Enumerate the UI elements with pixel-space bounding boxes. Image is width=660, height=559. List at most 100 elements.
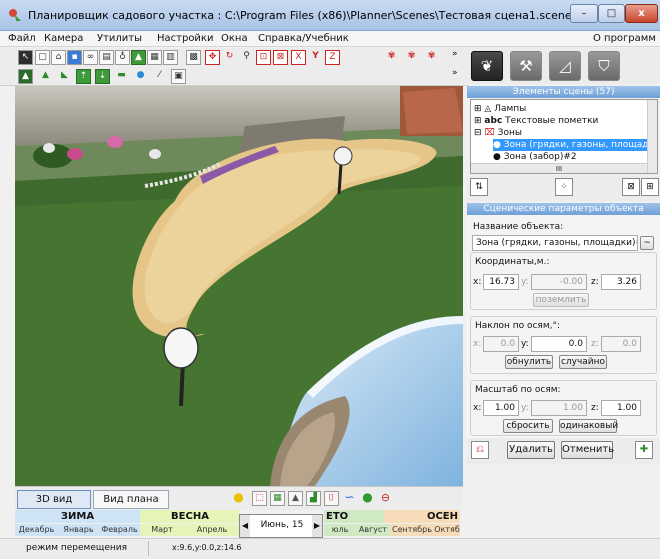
tab-plan-view[interactable]: Вид плана [93, 490, 169, 509]
season-winter[interactable]: ЗИМА [15, 510, 140, 523]
undo-icon[interactable]: ⎌ [471, 441, 489, 459]
butterfly-icon[interactable]: ✾ [384, 50, 399, 65]
zoom-fit-icon[interactable]: ⊡ [256, 50, 271, 65]
axis-x-button[interactable]: X [291, 50, 306, 65]
hill-icon[interactable]: ▲ [38, 69, 53, 84]
coord-x-field[interactable]: 16.73 [483, 274, 519, 290]
move-icon[interactable]: ✥ [205, 50, 220, 65]
chart-icon[interactable]: ▟ [306, 491, 321, 506]
menu-utilities[interactable]: Утилиты [97, 32, 142, 46]
random-tilt-button[interactable]: случайно [559, 355, 607, 369]
grid-icon[interactable]: ▩ [186, 50, 201, 65]
maximize-button[interactable]: □ [598, 4, 625, 23]
butterfly-add-icon[interactable]: ✾ [404, 50, 419, 65]
plant-icon[interactable]: ● [360, 491, 375, 506]
scale-x-field[interactable]: 1.00 [483, 400, 519, 416]
scale-reset-button[interactable]: сбросить [503, 419, 553, 433]
raise-icon[interactable]: ⇡ [76, 69, 91, 84]
tree-hscrollbar[interactable]: III [471, 163, 647, 173]
document-icon[interactable]: ▦ [147, 50, 162, 65]
toolbar2-overflow-icon[interactable]: » [452, 68, 458, 78]
grid-tool-icon[interactable]: ▦ [270, 491, 285, 506]
toolbar-overflow-icon[interactable]: » [452, 49, 458, 59]
object-name-menu-button[interactable]: ~ [640, 236, 654, 250]
scale-y-field[interactable]: 1.00 [531, 400, 587, 416]
planet-icon[interactable]: ⊖ [378, 491, 393, 506]
tree-expander[interactable]: ⊞ [474, 104, 482, 114]
terrain-icon[interactable]: ▲ [18, 69, 33, 84]
tree-item-zones[interactable]: ⊟ ⌧ Зоны [474, 127, 522, 139]
tab-objects-icon[interactable]: ❦ [471, 51, 503, 81]
glasses-icon[interactable]: ∞ [83, 50, 98, 65]
month-december[interactable]: Декабрь [15, 524, 58, 536]
date-next-button[interactable]: ▶ [312, 515, 322, 537]
month-october[interactable]: Октяб [434, 524, 460, 536]
paint-icon[interactable]: ▣ [171, 69, 186, 84]
butterfly-remove-icon[interactable]: ✾ [424, 50, 439, 65]
tab-measure-icon[interactable]: ◿ [549, 51, 581, 81]
scene-viewport[interactable] [15, 86, 463, 486]
group-icon[interactable]: ⁘ [555, 178, 573, 196]
copy-element-icon[interactable]: ⊞ [641, 178, 659, 196]
scroll-thumb[interactable]: III [556, 165, 562, 173]
tab-shield-icon[interactable]: ⛉ [588, 51, 620, 81]
flatten-icon[interactable]: ▬ [114, 69, 129, 84]
cursor-icon[interactable]: ↖ [18, 50, 33, 65]
dialog-icon[interactable]: ▤ [99, 50, 114, 65]
delete-element-icon[interactable]: ⊠ [622, 178, 640, 196]
tree-item-text-notes[interactable]: ⊞ abc Текстовые пометки [474, 115, 598, 127]
month-april[interactable]: Апрель [184, 524, 240, 536]
lower-icon[interactable]: ⇣ [95, 69, 110, 84]
tree-item-zone-selected[interactable]: ● Зона (грядки, газоны, площадк [493, 139, 653, 151]
menu-windows[interactable]: Окна [221, 32, 248, 46]
scale-z-field[interactable]: 1.00 [601, 400, 641, 416]
tree-expander[interactable]: ⊟ [474, 128, 482, 138]
valley-icon[interactable]: ◣ [57, 69, 72, 84]
sun-icon[interactable]: ● [231, 491, 246, 506]
cancel-button[interactable]: Отменить [561, 441, 614, 459]
coord-z-field[interactable]: 3.26 [601, 274, 641, 290]
image-icon[interactable]: ▲ [131, 50, 146, 65]
season-spring[interactable]: ВЕСНА [140, 510, 240, 523]
tab-3d-view[interactable]: 3D вид [17, 490, 91, 509]
ground-button[interactable]: поземлить [533, 293, 589, 307]
brush-icon[interactable]: ⁄ [152, 69, 167, 84]
tree-expander[interactable]: ⊞ [474, 116, 482, 126]
axis-y-button[interactable]: Y [308, 50, 323, 65]
save-icon[interactable]: ▪ [67, 50, 82, 65]
mountain-icon[interactable]: ▲ [288, 491, 303, 506]
menu-about[interactable]: О программ [593, 32, 656, 46]
fence-icon[interactable]: ⌷ [324, 491, 339, 506]
season-autumn[interactable]: ОСЕН [384, 510, 460, 523]
tilt-y-field[interactable]: 0.0 [531, 336, 587, 352]
new-file-icon[interactable]: ▢ [35, 50, 50, 65]
open-folder-icon[interactable]: ⌂ [51, 50, 66, 65]
minimize-button[interactable]: – [570, 4, 598, 23]
tree-item-zone-fence[interactable]: ● Зона (забор)#2 [493, 151, 577, 163]
menu-help[interactable]: Справка/Учебник [258, 32, 349, 46]
month-february[interactable]: Февраль [99, 524, 140, 536]
season-summer[interactable]: ЕТО [324, 510, 384, 523]
date-prev-button[interactable]: ◀ [240, 515, 250, 537]
expand-tree-icon[interactable]: ⇅ [470, 178, 488, 196]
month-september[interactable]: Сентябрь [390, 524, 434, 536]
bulb-icon[interactable]: ♁ [115, 50, 130, 65]
coord-y-field[interactable]: -0.00 [531, 274, 587, 290]
delete-button[interactable]: Удалить [507, 441, 555, 459]
month-july[interactable]: юль [324, 524, 356, 536]
rotate-icon[interactable]: ↻ [222, 50, 237, 65]
menu-settings[interactable]: Настройки [157, 32, 213, 46]
axis-z-button[interactable]: Z [325, 50, 340, 65]
month-march[interactable]: Март [140, 524, 184, 536]
object-name-field[interactable]: Зона (грядки, газоны, площадки)#0 [472, 235, 638, 251]
scale-uniform-button[interactable]: одинаковый [559, 419, 618, 433]
month-january[interactable]: Январь [58, 524, 99, 536]
apply-icon[interactable]: ✚ [635, 441, 653, 459]
tab-tools-icon[interactable]: ⚒ [510, 51, 542, 81]
month-august[interactable]: Август [356, 524, 390, 536]
tilt-z-field[interactable]: 0.0 [601, 336, 641, 352]
path-icon[interactable]: ∽ [342, 491, 357, 506]
select-tool-icon[interactable]: ⬚ [252, 491, 267, 506]
zoom-box-icon[interactable]: ⊠ [273, 50, 288, 65]
zoom-icon[interactable]: ⚲ [239, 50, 254, 65]
